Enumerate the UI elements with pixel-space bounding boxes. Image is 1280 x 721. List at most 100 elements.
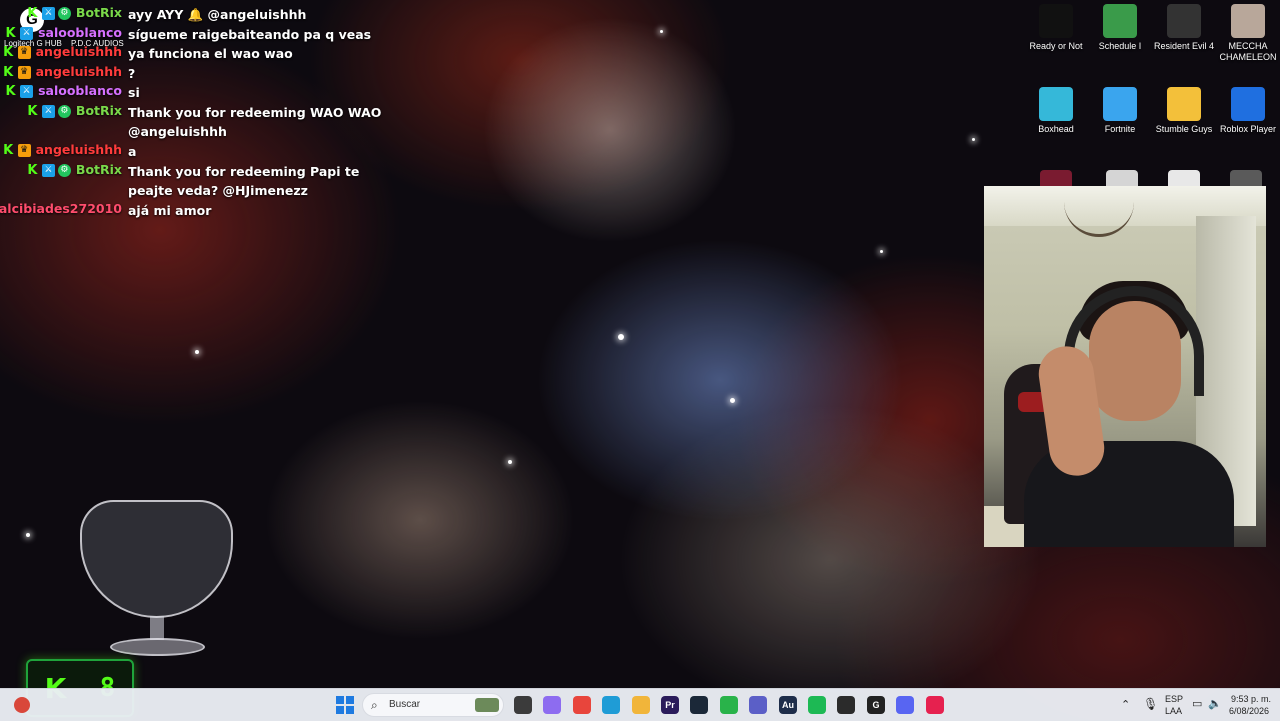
chat-badges: K ⚔	[4, 25, 34, 41]
clock-time[interactable]: 9:53 p. m.	[1231, 694, 1271, 704]
chat-username: angeluishhh	[35, 141, 122, 157]
discord-icon[interactable]	[896, 696, 914, 714]
chat-text: ?	[128, 65, 136, 81]
show-hidden-icons-chevron-icon[interactable]: ⌃	[1121, 698, 1130, 711]
crown-badge-icon: ♛	[17, 46, 31, 60]
teams-icon[interactable]	[749, 696, 767, 714]
app-icon	[1039, 87, 1073, 121]
desktop-icon[interactable]: Ready or Not	[1025, 4, 1087, 52]
chat-message: K ⚔ salooblanco si	[0, 82, 420, 102]
volume-icon[interactable]: 🔈	[1208, 697, 1222, 710]
glass-stem	[150, 616, 164, 640]
kick-badge-icon: K	[5, 84, 16, 100]
desktop-icon[interactable]: Boxhead	[1025, 87, 1087, 135]
chat-overlay: K ⚔ ⚙ BotRix ayy AYY 🔔 @angeluishhh K ⚔ saloobl…	[0, 4, 420, 219]
bright-star	[880, 250, 883, 253]
desktop-icon-label: Stumble Guys	[1155, 124, 1213, 134]
file-explorer-dark-icon[interactable]	[514, 696, 532, 714]
kick-badge-icon: K	[3, 64, 14, 80]
app-icon	[1231, 87, 1265, 121]
obs-icon[interactable]	[837, 696, 855, 714]
desktop-icon[interactable]: Resident Evil 4	[1153, 4, 1215, 52]
windows-start-icon[interactable]	[336, 696, 354, 714]
chrome-icon[interactable]	[573, 696, 591, 714]
language-bottom[interactable]: LAA	[1165, 706, 1182, 716]
glass-base	[110, 638, 205, 656]
desktop-icon-partial-icon[interactable]	[1230, 170, 1262, 186]
kick-badge-icon: K	[27, 6, 38, 21]
app-icon	[1039, 4, 1073, 38]
edge-icon[interactable]	[602, 696, 620, 714]
desktop-icon[interactable]: MECCHA CHAMELEON	[1217, 4, 1279, 63]
bright-star	[618, 334, 624, 340]
chat-badges: K ♛	[2, 46, 31, 60]
widgets-icon[interactable]	[14, 697, 30, 713]
desktop-icon-label: MECCHA CHAMELEON	[1219, 41, 1277, 62]
crown-badge-icon: ♛	[17, 143, 31, 157]
desktop-icon-partial-icon[interactable]	[1106, 170, 1138, 186]
copilot-icon[interactable]	[543, 696, 561, 714]
crown-badge-icon: ♛	[17, 65, 31, 79]
spotify-icon[interactable]	[808, 696, 826, 714]
sword-badge-icon: ⚔	[20, 26, 34, 40]
desktop-icon[interactable]: Fortnite	[1089, 87, 1151, 135]
chat-text: a	[128, 143, 137, 159]
g-app-icon[interactable]: G	[867, 696, 885, 714]
gear-badge-icon: ⚙	[57, 163, 71, 177]
gear-badge-icon: ⚙	[57, 7, 71, 20]
desktop-icon[interactable]: Roblox Player	[1217, 87, 1279, 135]
chat-badges: K ♛	[2, 143, 31, 157]
sword-badge-icon: ⚔	[41, 7, 55, 20]
language-top[interactable]: ESP	[1165, 694, 1183, 704]
chat-username: angeluishhh	[35, 63, 122, 79]
bright-star	[508, 460, 512, 464]
kick-badge-icon: K	[5, 25, 16, 41]
chat-text: Thank you for redeeming Papi te peajte v…	[128, 163, 360, 198]
chat-text: ya funciona el wao wao	[128, 46, 293, 62]
chat-username: alcibiades272010	[0, 200, 122, 216]
network-icon[interactable]: ▭	[1192, 697, 1202, 710]
audition-icon[interactable]: Au	[779, 696, 797, 714]
chat-message: K ♛ angeluishhh ya funciona el wao wao	[0, 43, 420, 63]
folder-icon[interactable]	[632, 696, 650, 714]
chat-message: Kalcibiades272010ajá mi amor	[0, 200, 420, 220]
chat-badges: K ♛	[2, 64, 31, 80]
app-icon	[1103, 87, 1137, 121]
green-app-icon[interactable]	[720, 696, 738, 714]
desktop-icon-label: Resident Evil 4	[1153, 41, 1215, 51]
sword-badge-icon: ⚔	[20, 85, 34, 99]
desktop-icon-partial-icon[interactable]	[1168, 170, 1200, 186]
chat-message: K ⚔ salooblanco sígueme raigebaiteando pa q…	[0, 24, 420, 44]
kick-badge-icon: K	[27, 162, 38, 178]
app-icon	[1167, 4, 1201, 38]
steam-icon[interactable]	[690, 696, 708, 714]
desktop-icon-partial-icon[interactable]	[1040, 170, 1072, 186]
taskbar-search[interactable]: ⌕ Buscar	[362, 693, 504, 717]
glass-bowl	[80, 500, 233, 618]
chat-badges: K ⚔	[4, 84, 34, 100]
search-highlight-image	[475, 698, 499, 712]
bright-star	[730, 398, 735, 403]
chat-badges: K ⚔ ⚙	[26, 104, 71, 118]
brandy-glass-overlay	[80, 500, 235, 660]
tiktok-icon[interactable]	[926, 696, 944, 714]
app-icon	[1103, 4, 1137, 38]
gear-badge-icon: ⚙	[57, 104, 71, 118]
desktop-icon[interactable]: Schedule I	[1089, 4, 1151, 52]
chat-username: BotRix	[75, 5, 122, 20]
chat-badges: K ⚔ ⚙	[26, 7, 71, 20]
chat-text: si	[128, 85, 140, 101]
microphone-icon[interactable]: 🎙	[1143, 697, 1158, 711]
chat-message: K ⚔ ⚙ BotRix Thank you for redeeming Papi te…	[0, 161, 420, 200]
search-placeholder: Buscar	[389, 699, 421, 710]
chat-message: K ♛ angeluishhh a	[0, 141, 420, 161]
chat-message: K ⚔ ⚙ BotRix ayy AYY 🔔 @angeluishhh	[0, 4, 420, 24]
premiere-icon[interactable]: Pr	[661, 696, 679, 714]
chat-text: sígueme raigebaiteando pa q veas	[128, 26, 372, 42]
desktop-icon-label: Ready or Not	[1029, 41, 1083, 51]
chat-message: K ♛ angeluishhh?	[0, 63, 420, 83]
clock-date[interactable]: 6/08/2026	[1229, 706, 1269, 716]
desktop-icon[interactable]: Stumble Guys	[1153, 87, 1215, 135]
chat-text: Thank you for redeeming WAO WAO @angelui…	[128, 104, 382, 139]
app-icon	[1231, 4, 1265, 38]
